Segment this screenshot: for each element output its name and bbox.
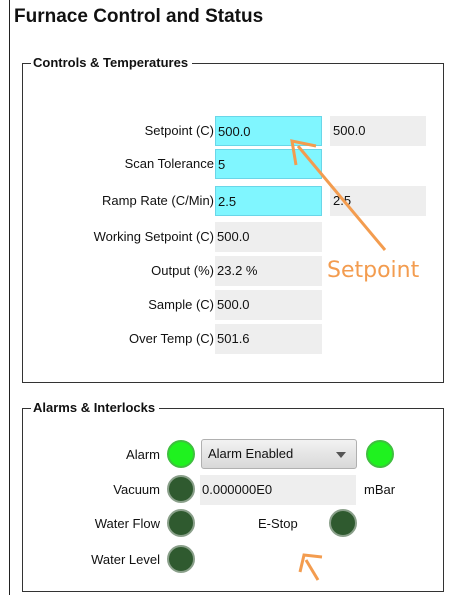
sample-value: 500.0 xyxy=(215,290,322,320)
alarm-label: Alarm xyxy=(126,447,160,462)
vacuum-label: Vacuum xyxy=(113,482,160,497)
scan-tolerance-label: Scan Tolerance xyxy=(124,156,214,171)
vacuum-value: 0.000000E0 xyxy=(200,475,356,505)
ramp-rate-readback: 2.5 xyxy=(330,186,426,216)
water-flow-indicator-icon xyxy=(167,509,195,537)
water-level-indicator-icon xyxy=(167,545,195,573)
over-temp-label: Over Temp (C) xyxy=(129,331,214,346)
window-left-border xyxy=(9,0,10,595)
setpoint-annotation-label: Setpoint xyxy=(327,258,420,283)
sample-label: Sample (C) xyxy=(148,297,214,312)
working-setpoint-label: Working Setpoint (C) xyxy=(93,229,214,244)
alarm-mode-value: Alarm Enabled xyxy=(208,446,294,461)
alarm-indicator-icon xyxy=(167,440,195,468)
page-title: Furnace Control and Status xyxy=(14,6,264,27)
alarms-group-title: Alarms & Interlocks xyxy=(31,400,160,416)
estop-indicator-icon xyxy=(329,509,357,537)
water-level-label: Water Level xyxy=(91,552,160,567)
output-value: 23.2 % xyxy=(215,256,322,286)
water-flow-label: Water Flow xyxy=(94,516,160,531)
output-label: Output (%) xyxy=(151,263,214,278)
alarm-status-indicator-icon xyxy=(366,440,394,468)
ramp-rate-label: Ramp Rate (C/Min) xyxy=(102,193,214,208)
working-setpoint-value: 500.0 xyxy=(215,222,322,252)
vacuum-indicator-icon xyxy=(167,475,195,503)
alarm-mode-select[interactable]: Alarm Enabled xyxy=(201,439,357,469)
estop-label: E-Stop xyxy=(258,516,298,531)
vacuum-unit: mBar xyxy=(364,482,396,497)
chevron-down-icon xyxy=(336,452,346,458)
ramp-rate-input[interactable]: 2.5 xyxy=(215,186,322,216)
setpoint-input[interactable]: 500.0 xyxy=(215,116,322,146)
over-temp-value: 501.6 xyxy=(215,324,322,354)
controls-group-title: Controls & Temperatures xyxy=(31,55,193,71)
setpoint-readback: 500.0 xyxy=(330,116,426,146)
scan-tolerance-input[interactable]: 5 xyxy=(215,149,322,179)
setpoint-label: Setpoint (C) xyxy=(144,123,214,138)
